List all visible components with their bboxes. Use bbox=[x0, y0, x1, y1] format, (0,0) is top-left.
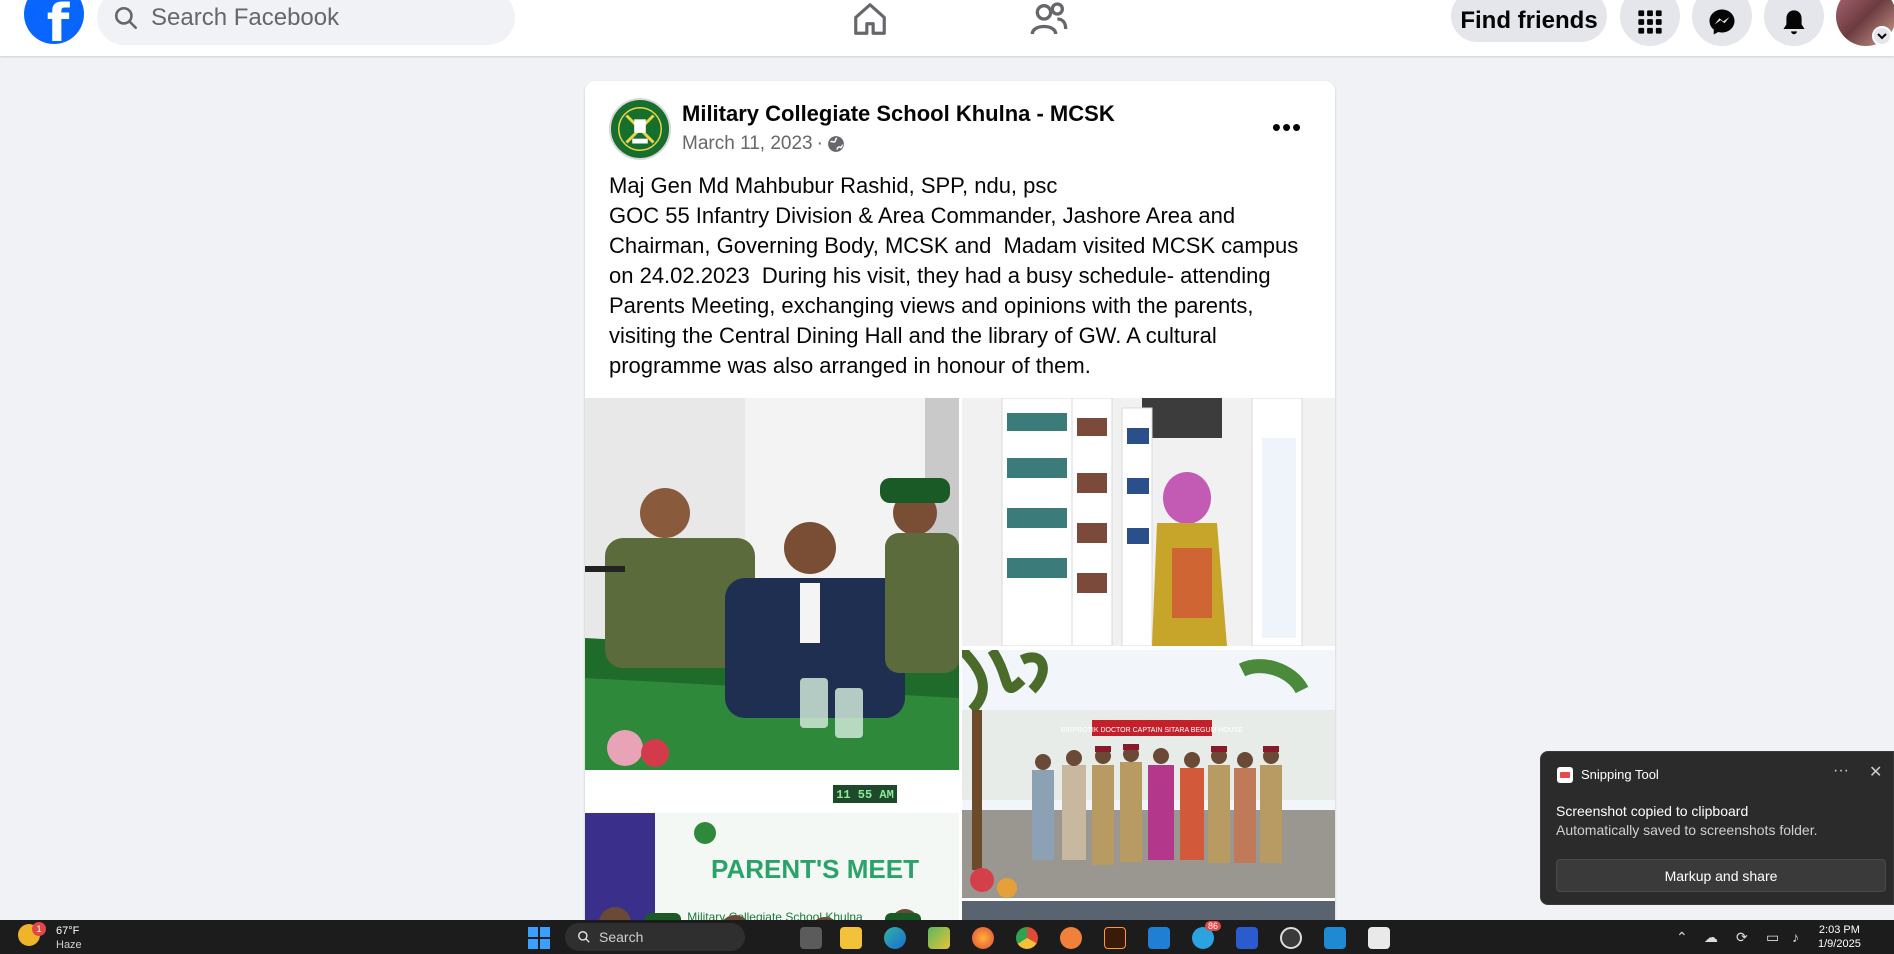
post-text: Maj Gen Md Mahbubur Rashid, SPP, ndu, ps… bbox=[609, 171, 1315, 381]
display-icon[interactable]: ▭ bbox=[1766, 929, 1779, 946]
illustrator-icon[interactable] bbox=[1104, 927, 1126, 949]
cloud-icon[interactable]: ☁ bbox=[1704, 929, 1718, 946]
search-icon bbox=[578, 931, 590, 943]
toast-subtitle: Automatically saved to screenshots folde… bbox=[1556, 822, 1818, 838]
facebook-logo-letter: f bbox=[46, 0, 70, 44]
firefox-icon[interactable] bbox=[972, 927, 994, 949]
photo-meeting[interactable] bbox=[585, 398, 959, 770]
start-button[interactable] bbox=[528, 927, 550, 949]
search-icon bbox=[114, 6, 138, 29]
post-meta: March 11, 2023 · bbox=[682, 133, 845, 155]
snipping-tool-taskbar-icon[interactable] bbox=[1368, 927, 1390, 949]
word-icon[interactable] bbox=[1236, 927, 1258, 949]
page-avatar[interactable] bbox=[609, 98, 671, 160]
grid-menu-icon bbox=[1638, 10, 1662, 34]
house-sign-text: BIRPROTIK DOCTOR CAPTAIN SITARA BEGUM HO… bbox=[1061, 727, 1244, 734]
markup-and-share-button[interactable]: Markup and share bbox=[1556, 859, 1886, 892]
search-bar[interactable] bbox=[97, 0, 515, 45]
library-photo-illustration bbox=[962, 398, 1335, 646]
chevron-up-icon[interactable]: ⌃ bbox=[1676, 929, 1688, 946]
taskbar-search[interactable]: Search bbox=[565, 923, 745, 951]
photo-house-group[interactable]: BIRPROTIK DOCTOR CAPTAIN SITARA BEGUM HO… bbox=[962, 650, 1335, 898]
messenger-button[interactable] bbox=[1692, 0, 1752, 46]
home-icon bbox=[854, 3, 886, 35]
volume-icon[interactable]: ♪ bbox=[1792, 929, 1799, 945]
edge-icon[interactable] bbox=[884, 927, 906, 949]
notifications-button[interactable] bbox=[1764, 0, 1824, 46]
sync-icon[interactable]: ⟳ bbox=[1736, 929, 1748, 946]
temperature: 67°F bbox=[56, 925, 80, 937]
parents-meet-photo-illustration: 11 55 AM PARENT'S MEET Military Collegia… bbox=[585, 773, 959, 941]
weather-badge: 1 bbox=[32, 922, 46, 936]
toast-title: Screenshot copied to clipboard bbox=[1556, 803, 1749, 819]
page-name-link[interactable]: Military Collegiate School Khulna - MCSK bbox=[682, 101, 1115, 127]
post-text-line-1: Maj Gen Md Mahbubur Rashid, SPP, ndu, ps… bbox=[609, 173, 1058, 198]
home-tab[interactable] bbox=[847, 0, 893, 42]
globe-icon bbox=[828, 136, 844, 152]
media-player-icon[interactable] bbox=[1280, 927, 1302, 949]
vscode-icon[interactable] bbox=[1148, 927, 1170, 949]
search-input[interactable] bbox=[151, 3, 481, 32]
windows-taskbar: 1 67°F Haze Search 86 ⌃ ☁ ⟳ ▭ ♪ 2:03 PM … bbox=[0, 920, 1894, 954]
store-icon[interactable] bbox=[928, 927, 950, 949]
weather-icon: 1 bbox=[18, 922, 46, 946]
toast-more-button[interactable]: ··· bbox=[1833, 762, 1849, 780]
friends-tab[interactable] bbox=[1026, 0, 1072, 42]
meta-separator: · bbox=[816, 133, 823, 154]
find-friends-button[interactable]: Find friends bbox=[1451, 0, 1607, 42]
clock-date: 1/9/2025 bbox=[1818, 938, 1861, 950]
chevron-down-icon[interactable] bbox=[1872, 26, 1892, 46]
file-explorer-icon[interactable] bbox=[840, 927, 862, 949]
top-navigation-bar: f Find friends bbox=[0, 0, 1894, 56]
post-date-link[interactable]: March 11, 2023 bbox=[682, 133, 813, 155]
blender-icon[interactable] bbox=[1060, 927, 1082, 949]
bell-icon bbox=[1783, 10, 1805, 35]
clock-sign-text: 11 55 AM bbox=[836, 788, 894, 802]
house-photo-illustration: BIRPROTIK DOCTOR CAPTAIN SITARA BEGUM HO… bbox=[962, 650, 1335, 898]
banner-text: PARENT'S MEET bbox=[711, 854, 919, 884]
photo-library[interactable] bbox=[962, 398, 1335, 646]
friends-icon bbox=[1030, 2, 1068, 35]
paint-icon[interactable] bbox=[1324, 927, 1346, 949]
system-clock[interactable]: 2:03 PM 1/9/2025 bbox=[1818, 923, 1861, 951]
meeting-photo-illustration bbox=[585, 398, 959, 770]
weather-text: 67°F Haze bbox=[56, 924, 82, 952]
post-text-line-2: GOC 55 Infantry Division & Area Commande… bbox=[609, 203, 1305, 378]
telegram-badge: 86 bbox=[1205, 921, 1222, 931]
photo-parents-meet[interactable]: 11 55 AM PARENT'S MEET Military Collegia… bbox=[585, 773, 959, 941]
toast-close-button[interactable]: ✕ bbox=[1869, 762, 1882, 782]
snipping-tool-notification: Snipping Tool ··· ✕ Screenshot copied to… bbox=[1540, 751, 1894, 905]
weather-condition: Haze bbox=[56, 939, 82, 951]
weather-widget[interactable]: 1 67°F Haze bbox=[18, 922, 82, 952]
messenger-icon bbox=[1709, 9, 1735, 35]
clock-time: 2:03 PM bbox=[1818, 924, 1860, 936]
taskbar-search-label: Search bbox=[599, 929, 644, 945]
toast-app-name: Snipping Tool bbox=[1581, 767, 1659, 782]
task-view-icon[interactable] bbox=[800, 927, 822, 949]
facebook-logo[interactable]: f bbox=[24, 0, 84, 44]
chrome-icon[interactable] bbox=[1016, 927, 1038, 949]
more-options-button[interactable]: ••• bbox=[1267, 107, 1307, 147]
menu-button[interactable] bbox=[1620, 0, 1680, 46]
mcsk-crest-icon bbox=[611, 100, 669, 158]
post-card: Military Collegiate School Khulna - MCSK… bbox=[585, 81, 1335, 941]
photo-grid: BIRPROTIK DOCTOR CAPTAIN SITARA BEGUM HO… bbox=[585, 398, 1335, 941]
snipping-tool-icon bbox=[1557, 767, 1573, 783]
